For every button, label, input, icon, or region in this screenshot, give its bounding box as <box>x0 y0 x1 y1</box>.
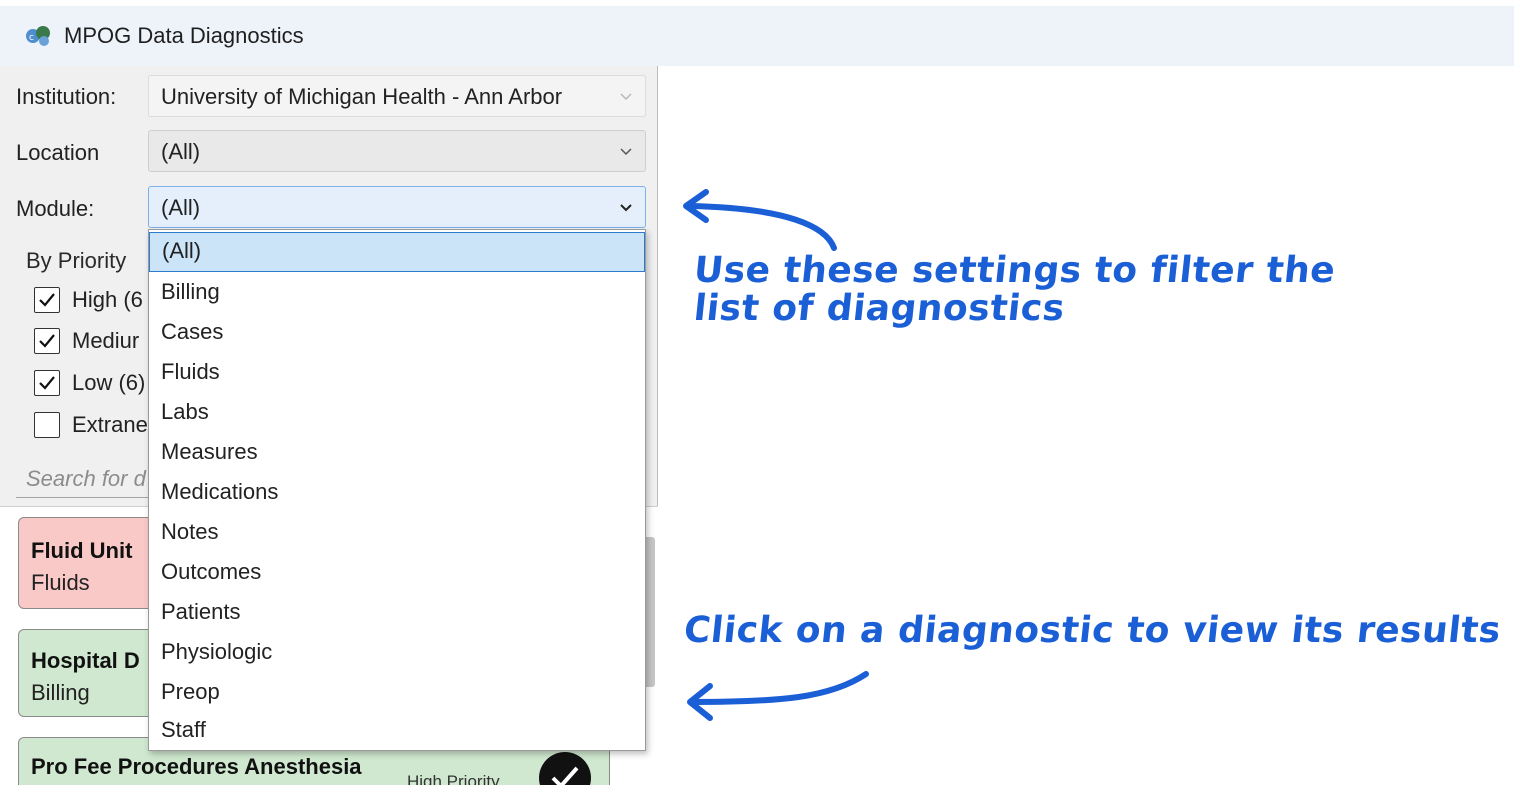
chevron-down-icon <box>619 193 633 223</box>
diagnostic-module: Billing <box>31 680 90 705</box>
dropdown-option-billing[interactable]: Billing <box>149 272 645 312</box>
dropdown-option-notes[interactable]: Notes <box>149 512 645 552</box>
filter-annotation-line1: Use these settings to filter the <box>691 250 1338 291</box>
priority-badge: High Priority <box>407 772 500 785</box>
dropdown-option-fluids[interactable]: Fluids <box>149 352 645 392</box>
priority-high-label: High (6 <box>72 287 143 312</box>
diagnostic-module: Fluids <box>31 570 90 595</box>
dropdown-option-measures[interactable]: Measures <box>149 432 645 472</box>
window-title: MPOG Data Diagnostics <box>64 23 304 48</box>
priority-low-label: Low (6) <box>72 370 146 395</box>
chevron-down-icon <box>619 137 633 167</box>
module-dropdown-list: (All) Billing Cases Fluids Labs Measures… <box>148 229 646 751</box>
checkbox-unchecked-icon[interactable] <box>34 412 60 438</box>
dropdown-option-outcomes[interactable]: Outcomes <box>149 552 645 592</box>
dropdown-option-staff[interactable]: Staff <box>149 710 645 750</box>
priority-medium-label: Mediur <box>72 328 140 353</box>
click-annotation: Click on a diagnostic to view its result… <box>681 610 1503 651</box>
svg-text:c: c <box>29 33 34 43</box>
module-value: (All) <box>161 195 201 220</box>
priority-extraneous-label: Extrane <box>72 412 148 437</box>
institution-select[interactable]: University of Michigan Health - Ann Arbo… <box>148 75 646 117</box>
dropdown-option-physiologic[interactable]: Physiologic <box>149 632 645 672</box>
institution-value: University of Michigan Health - Ann Arbo… <box>161 84 563 109</box>
checkbox-checked-icon[interactable] <box>34 287 60 313</box>
dropdown-option-cases[interactable]: Cases <box>149 312 645 352</box>
title-bar: c MPOG Data Diagnostics <box>0 6 1514 66</box>
search-placeholder: Search for d <box>26 466 146 491</box>
location-value: (All) <box>161 139 201 164</box>
checkbox-checked-icon[interactable] <box>34 328 60 354</box>
diagnostic-title: Pro Fee Procedures Anesthesia <box>31 754 362 779</box>
filter-annotation-line2: list of diagnostics <box>691 288 1067 329</box>
institution-label: Institution: <box>16 84 117 109</box>
diagnostic-title: Hospital D <box>31 648 140 673</box>
module-label: Module: <box>16 196 95 221</box>
location-select[interactable]: (All) <box>148 130 646 172</box>
dropdown-option-labs[interactable]: Labs <box>149 392 645 432</box>
arrow-left-icon <box>687 671 869 721</box>
arrow-left-icon <box>683 189 837 251</box>
checkbox-checked-icon[interactable] <box>34 370 60 396</box>
chevron-down-icon <box>619 82 633 112</box>
diagnostic-title: Fluid Unit <box>31 538 133 563</box>
dropdown-option-all[interactable]: (All) <box>149 232 645 272</box>
dropdown-option-medications[interactable]: Medications <box>149 472 645 512</box>
priority-group-label: By Priority <box>26 248 127 273</box>
module-select[interactable]: (All) <box>148 186 646 228</box>
completed-check-icon <box>539 752 591 785</box>
mpog-logo-icon: c <box>24 24 54 48</box>
dropdown-option-preop[interactable]: Preop <box>149 672 645 712</box>
location-label: Location <box>16 140 100 165</box>
dropdown-option-patients[interactable]: Patients <box>149 592 645 632</box>
